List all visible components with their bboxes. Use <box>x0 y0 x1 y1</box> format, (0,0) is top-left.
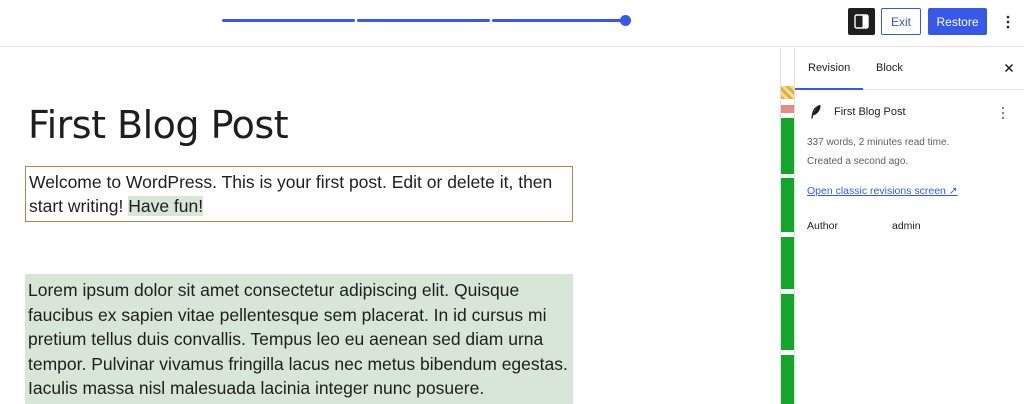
word-count: 337 words, 2 minutes read time. <box>807 137 950 148</box>
added-marker <box>781 237 795 289</box>
sidebar-tabs: Revision Block <box>795 48 1024 90</box>
paragraph-block-selected[interactable]: Welcome to WordPress. This is your first… <box>25 166 573 222</box>
paragraph-block-added[interactable]: Lorem ipsum dolor sit amet consectetur a… <box>25 274 573 404</box>
tab-block[interactable]: Block <box>863 48 916 90</box>
post-options-button[interactable] <box>997 104 1009 122</box>
slider-handle[interactable] <box>620 15 631 26</box>
paragraph-text: Lorem ipsum dolor sit amet consectetur a… <box>28 280 568 398</box>
editor-canvas: First Blog Post Welcome to WordPress. Th… <box>0 48 780 404</box>
classic-revisions-link[interactable]: Open classic revisions screen ↗ <box>807 185 958 197</box>
slider-segment[interactable] <box>222 19 355 22</box>
added-text-highlight: Have fun! <box>128 196 204 216</box>
revision-changes-indicator <box>780 48 795 404</box>
settings-sidebar: Revision Block First Blog Post 337 words… <box>794 48 1024 404</box>
exit-button[interactable]: Exit <box>881 8 921 35</box>
added-marker <box>781 178 795 232</box>
options-menu-button[interactable] <box>1000 10 1016 34</box>
sidebar-toggle-button[interactable] <box>848 8 875 35</box>
author-value: admin <box>892 220 921 232</box>
restore-button[interactable]: Restore <box>928 8 987 35</box>
modified-marker <box>781 86 795 99</box>
top-toolbar: Exit Restore <box>0 0 1024 47</box>
added-marker <box>781 294 795 350</box>
slider-segment[interactable] <box>357 19 490 22</box>
added-marker <box>781 118 795 174</box>
feather-icon <box>811 104 821 119</box>
sidebar-icon <box>854 14 869 29</box>
created-time: Created a second ago. <box>807 156 909 167</box>
post-summary: First Blog Post <box>809 104 1019 122</box>
slider-segment[interactable] <box>492 19 626 22</box>
removed-marker <box>781 105 795 113</box>
close-sidebar-button[interactable] <box>1001 60 1017 76</box>
close-icon <box>1004 63 1014 73</box>
tab-revision[interactable]: Revision <box>795 48 863 90</box>
post-title: First Blog Post <box>28 103 289 147</box>
more-vertical-icon <box>1001 106 1005 120</box>
added-marker <box>781 355 795 404</box>
post-name: First Blog Post <box>834 106 906 118</box>
more-vertical-icon <box>1006 15 1010 29</box>
author-label: Author <box>807 220 838 232</box>
paragraph-text: Welcome to WordPress. This is your first… <box>29 172 553 216</box>
revisions-slider[interactable] <box>222 15 632 27</box>
